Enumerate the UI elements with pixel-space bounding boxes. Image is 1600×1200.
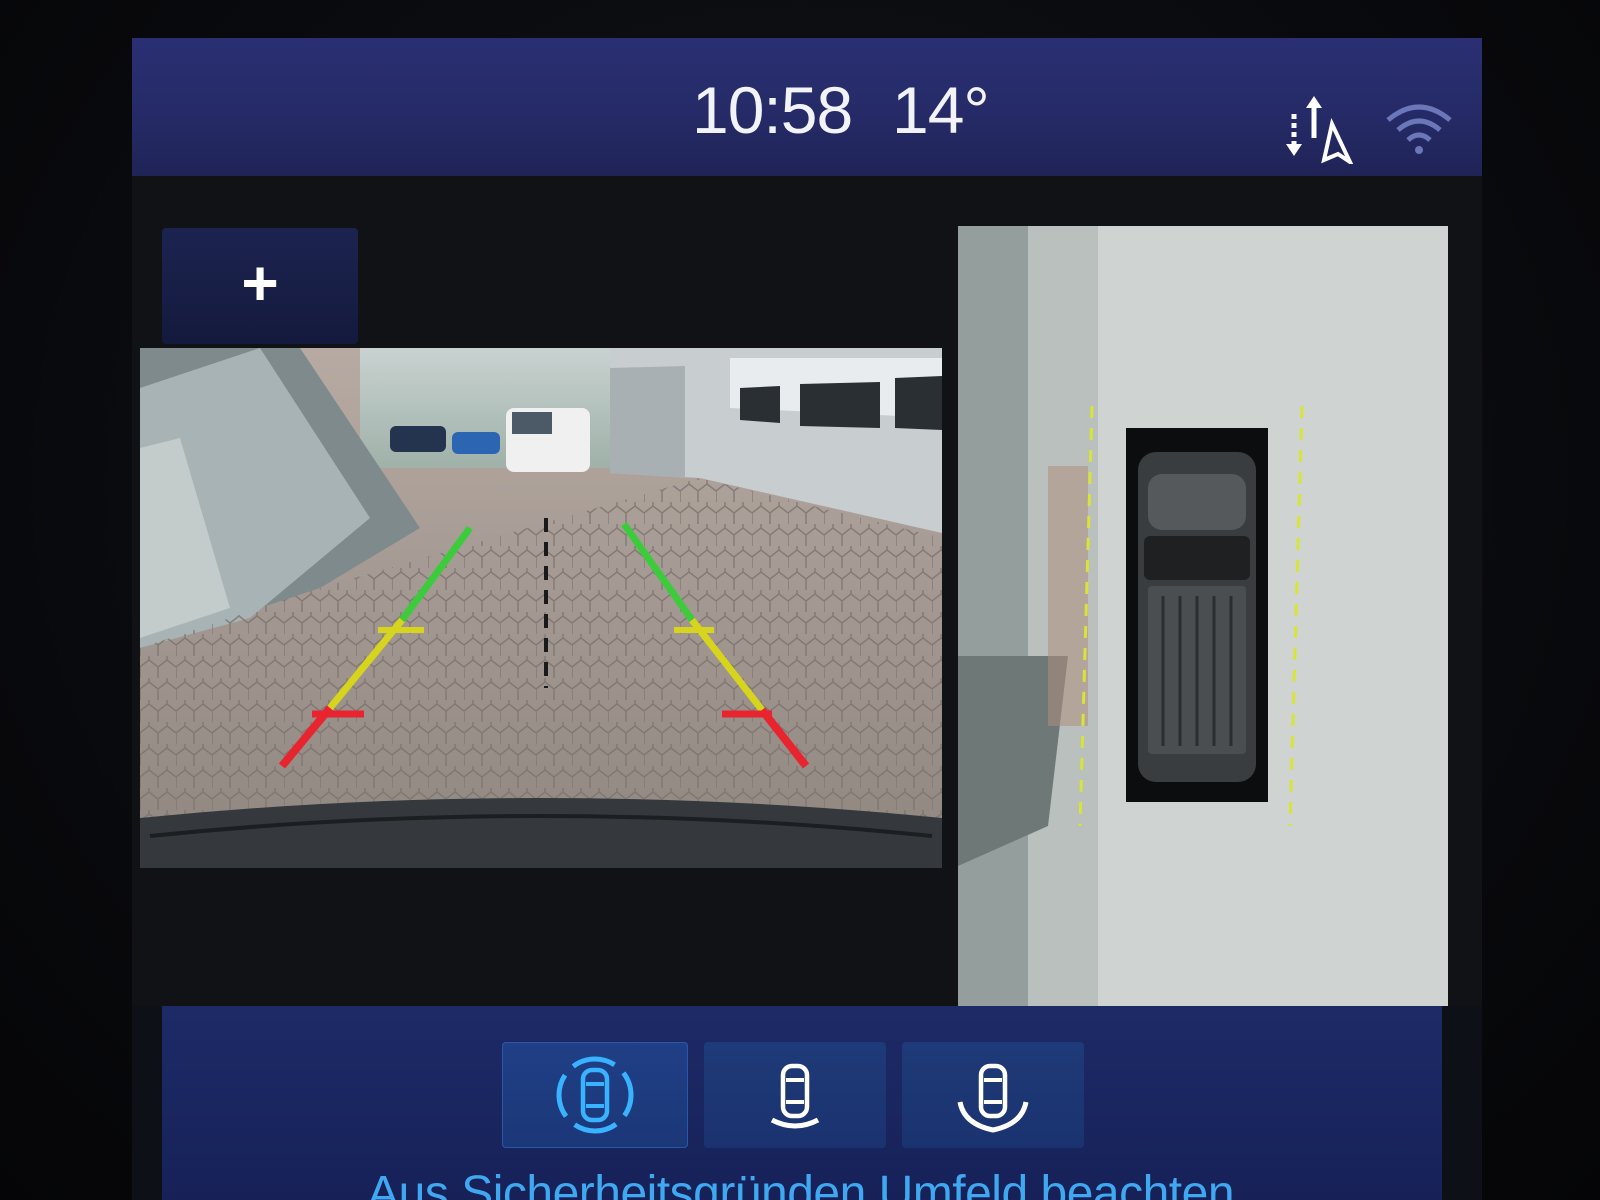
navigation-arrows-icon[interactable] [1284, 94, 1354, 164]
top-view-camera [958, 226, 1448, 1006]
car-rear-view-icon [770, 1063, 820, 1129]
camera-area: + [132, 176, 1482, 1006]
display-bezel: 10:58 14° + Aus Sicherheitsgründen Umfel… [0, 0, 1600, 1200]
status-bar: 10:58 14° [132, 38, 1482, 176]
view-button-all-around[interactable] [502, 1042, 688, 1148]
wifi-icon[interactable] [1384, 98, 1454, 158]
rear-camera-view [140, 348, 942, 868]
outside-temperature: 14° [892, 73, 990, 147]
view-button-rear[interactable] [704, 1042, 886, 1148]
car-rear-wide-view-icon [957, 1063, 1029, 1133]
infotainment-screen: 10:58 14° + Aus Sicherheitsgründen Umfel… [132, 38, 1482, 1200]
view-button-rear-wide[interactable] [902, 1042, 1084, 1148]
clock: 10:58 [692, 73, 853, 147]
car-all-around-view-icon [556, 1056, 634, 1134]
zoom-in-button[interactable]: + [162, 228, 358, 344]
zoom-button-label: + [241, 247, 279, 319]
safety-message: Aus Sicherheitsgründen Umfeld beachten. [367, 1167, 1247, 1200]
